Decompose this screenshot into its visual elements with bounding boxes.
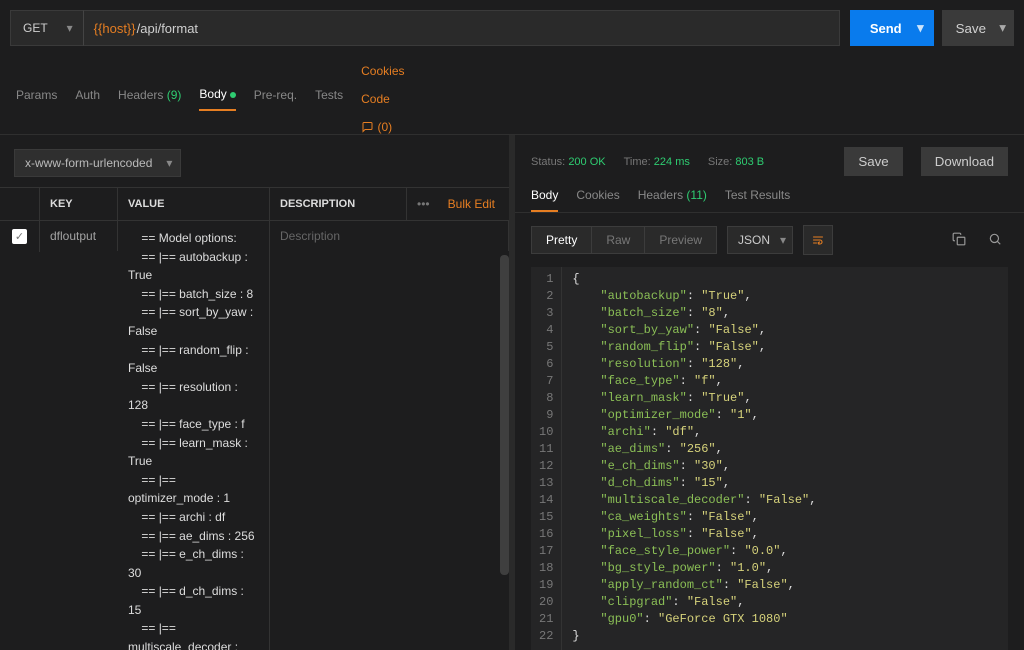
search-icon[interactable]	[982, 228, 1008, 253]
download-response-button[interactable]: Download	[921, 147, 1008, 176]
resp-tab-cookies[interactable]: Cookies	[576, 188, 619, 212]
body-type-select[interactable]: x-www-form-urlencoded	[14, 149, 181, 177]
tab-headers[interactable]: Headers (9)	[118, 88, 181, 110]
link-code[interactable]: Code	[361, 92, 1008, 106]
wrap-lines-icon[interactable]	[803, 225, 833, 255]
col-desc: DESCRIPTION	[270, 188, 407, 220]
response-body[interactable]: 12345678910111213141516171819202122 {"au…	[531, 267, 1008, 650]
url-variable: {{host}}	[94, 21, 136, 36]
save-button[interactable]: Save	[942, 10, 1014, 46]
format-select[interactable]: JSON	[727, 226, 793, 254]
method-select[interactable]: GET	[10, 10, 83, 46]
link-cookies[interactable]: Cookies	[361, 64, 1008, 78]
size-value: 803 B	[735, 156, 764, 168]
url-input[interactable]: {{host}} /api/format	[83, 10, 840, 46]
col-value: VALUE	[118, 188, 270, 220]
row-description[interactable]: Description	[270, 221, 509, 251]
link-comments[interactable]: (0)	[361, 120, 1008, 134]
copy-icon[interactable]	[946, 228, 972, 253]
resp-tab-body[interactable]: Body	[531, 188, 558, 212]
tab-prereq[interactable]: Pre-req.	[254, 88, 297, 110]
url-path: /api/format	[137, 21, 198, 36]
method-value: GET	[23, 21, 48, 35]
column-options[interactable]: •••	[407, 197, 440, 211]
view-preview[interactable]: Preview	[645, 227, 716, 253]
col-key: KEY	[40, 188, 118, 220]
tab-auth[interactable]: Auth	[75, 88, 100, 110]
send-button[interactable]: Send	[850, 10, 934, 46]
time-value: 224 ms	[654, 156, 690, 168]
view-raw[interactable]: Raw	[592, 227, 645, 253]
bulk-edit-link[interactable]: Bulk Edit	[440, 197, 509, 211]
status-value: 200 OK	[568, 156, 605, 168]
tab-body[interactable]: Body	[199, 87, 235, 111]
tab-params[interactable]: Params	[16, 88, 57, 110]
tab-tests[interactable]: Tests	[315, 88, 343, 110]
view-pretty[interactable]: Pretty	[532, 227, 592, 253]
resp-tab-headers[interactable]: Headers (11)	[638, 188, 707, 212]
row-key[interactable]: dfloutput	[40, 221, 118, 251]
left-scrollbar[interactable]	[500, 255, 509, 575]
save-response-button[interactable]: Save	[844, 147, 902, 176]
row-checkbox[interactable]: ✓	[12, 229, 27, 244]
body-modified-dot	[230, 92, 236, 98]
row-value[interactable]: == Model options: == |== autobackup : Tr…	[118, 221, 270, 650]
resp-tab-tests[interactable]: Test Results	[725, 188, 790, 212]
